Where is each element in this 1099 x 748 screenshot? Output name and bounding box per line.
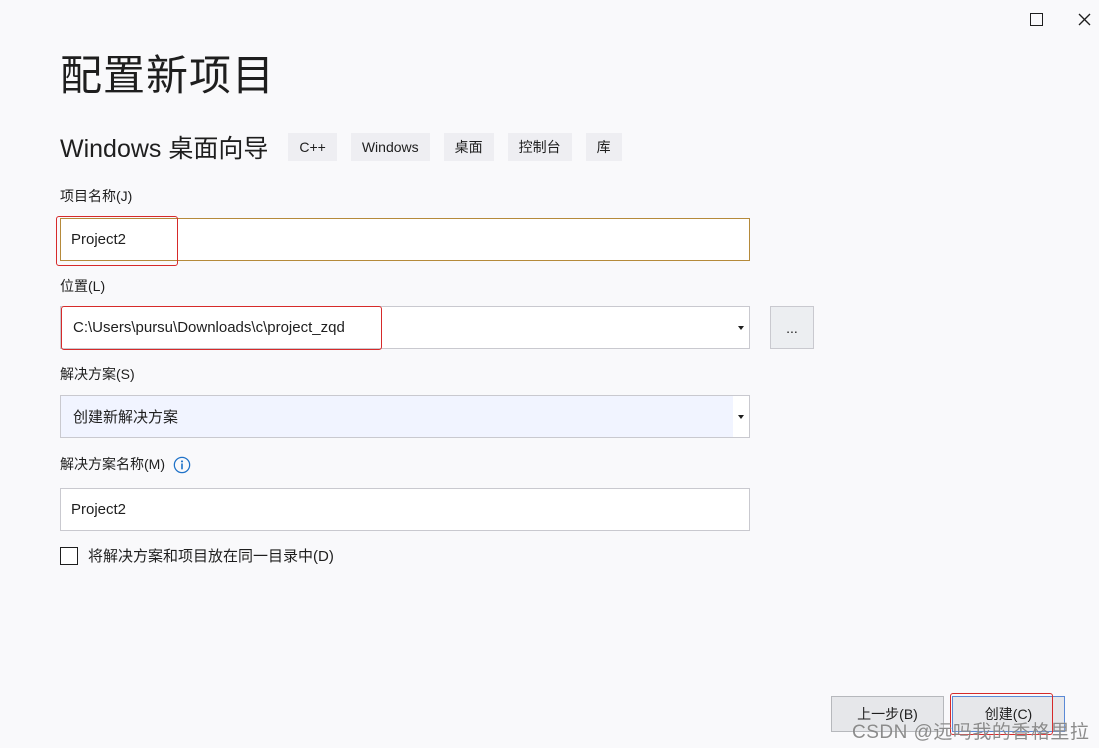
- page-title: 配置新项目: [60, 52, 276, 99]
- solution-name-input[interactable]: Project2: [60, 488, 750, 531]
- close-x-icon: [1078, 13, 1091, 25]
- template-header: Windows 桌面向导 C++ Windows 桌面 控制台 库: [60, 130, 636, 164]
- watermark: CSDN @远吗我的香格里拉: [852, 722, 1090, 743]
- project-name-value: Project2: [71, 231, 127, 248]
- solution-name-label: 解决方案名称(M): [60, 456, 165, 472]
- chevron-down-icon: [738, 325, 744, 330]
- template-name: Windows 桌面向导: [60, 135, 269, 163]
- location-combobox[interactable]: C:\Users\pursu\Downloads\c\project_zqd: [60, 306, 750, 349]
- chevron-down-icon: [738, 414, 744, 419]
- tag-windows: Windows: [350, 133, 430, 161]
- location-value: C:\Users\pursu\Downloads\c\project_zqd: [73, 319, 345, 336]
- same-directory-label: 将解决方案和项目放在同一目录中(D): [88, 548, 334, 565]
- tag-desktop: 桌面: [443, 133, 494, 161]
- solution-combobox[interactable]: 创建新解决方案: [60, 395, 750, 438]
- location-dropdown-toggle[interactable]: [733, 307, 749, 348]
- tag-library: 库: [585, 133, 622, 161]
- tag-cpp: C++: [288, 133, 337, 161]
- solution-name-label-row: 解决方案名称(M): [60, 454, 191, 474]
- same-directory-checkbox[interactable]: [60, 546, 78, 565]
- tag-console: 控制台: [507, 133, 572, 161]
- maximize-button[interactable]: [1021, 6, 1051, 32]
- solution-value: 创建新解决方案: [73, 409, 179, 426]
- project-name-label: 项目名称(J): [60, 188, 133, 204]
- browse-location-button[interactable]: ...: [770, 306, 814, 349]
- solution-name-value: Project2: [71, 501, 127, 518]
- solution-dropdown-toggle[interactable]: [733, 396, 749, 437]
- same-directory-option[interactable]: 将解决方案和项目放在同一目录中(D): [60, 545, 334, 566]
- project-name-input[interactable]: Project2: [60, 218, 750, 261]
- info-circle-icon[interactable]: [173, 455, 191, 474]
- close-button[interactable]: [1078, 6, 1099, 32]
- maximize-square-icon: [1029, 12, 1043, 26]
- solution-label: 解决方案(S): [60, 366, 135, 382]
- location-label: 位置(L): [60, 278, 106, 294]
